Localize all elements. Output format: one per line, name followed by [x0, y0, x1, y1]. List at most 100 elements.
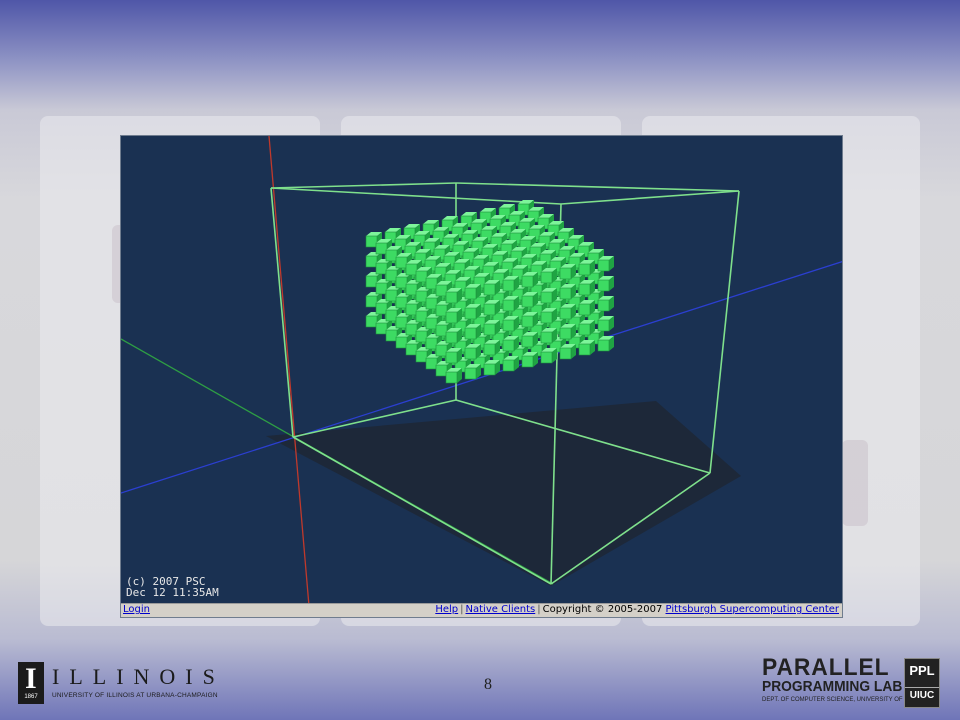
background-shape-right [842, 440, 868, 526]
cube-front [445, 351, 458, 364]
cube-front [483, 363, 496, 376]
3d-scene[interactable] [121, 136, 843, 606]
cube-front [365, 255, 378, 268]
ppl-badge-top: PPL [909, 663, 935, 678]
cube-front [445, 371, 458, 384]
cube-front [365, 235, 378, 248]
cube-front [405, 343, 418, 356]
cube-front [435, 304, 448, 317]
cube-front [445, 311, 458, 324]
cube-front [521, 275, 534, 288]
cube-front [502, 279, 515, 292]
cube-front [521, 335, 534, 348]
cube-front [385, 269, 398, 282]
cube-front [578, 303, 591, 316]
cube-front [597, 259, 610, 272]
ppl-badge-bottom: UIUC [905, 687, 939, 701]
copyright-text: Copyright © 2005-2007 [542, 604, 663, 615]
cube-front [425, 297, 438, 310]
cube-front [578, 283, 591, 296]
status-links: Help | Native Clients | Copyright © 2005-200… [435, 604, 839, 616]
cube-front [559, 287, 572, 300]
cube-front [464, 327, 477, 340]
cube-front [435, 344, 448, 357]
cube-front [365, 315, 378, 328]
cube-front [445, 331, 458, 344]
stamp-line-2: Dec 12 11:35AM [126, 586, 219, 599]
cube-front [395, 316, 408, 329]
separator: | [537, 604, 541, 615]
cube-front [425, 317, 438, 330]
cube-front [415, 270, 428, 283]
cube-front [435, 324, 448, 337]
cube-front [385, 329, 398, 342]
status-bar: Login Help | Native Clients | Copyright © 20… [121, 603, 842, 617]
cube-front [502, 299, 515, 312]
ppl-logo: PARALLEL PROGRAMMING LAB DEPT. OF COMPUT… [760, 656, 952, 712]
cube-front [483, 323, 496, 336]
cube-front [483, 283, 496, 296]
cube-front [502, 339, 515, 352]
psc-link[interactable]: Pittsburgh Supercomputing Center [666, 604, 839, 615]
cube-front [415, 310, 428, 323]
cube-front [578, 323, 591, 336]
cube-front [521, 315, 534, 328]
illinois-subtitle: UNIVERSITY OF ILLINOIS AT URBANA-CHAMPAI… [52, 692, 218, 699]
cube-front [578, 263, 591, 276]
cube-front [375, 262, 388, 275]
cube-front [425, 337, 438, 350]
cube-front [415, 330, 428, 343]
ppl-badge-icon: PPL UIUC [904, 658, 940, 708]
ppl-title: PARALLEL [762, 654, 890, 681]
cube-front [435, 364, 448, 377]
cube-front [502, 319, 515, 332]
cube-front [559, 267, 572, 280]
cube-front [405, 283, 418, 296]
illinois-logo: I 1867 ILLINOIS UNIVERSITY OF ILLINOIS A… [18, 658, 218, 708]
cube-front [405, 263, 418, 276]
login-link[interactable]: Login [123, 604, 150, 616]
cube-front [375, 242, 388, 255]
cube-front [395, 276, 408, 289]
cube-front [415, 290, 428, 303]
z-axis-red [268, 136, 310, 606]
cube-front [521, 355, 534, 368]
cube-front [540, 331, 553, 344]
cube-front [559, 347, 572, 360]
illinois-seal-icon: I 1867 [18, 662, 44, 704]
cube-front [395, 256, 408, 269]
cube-front [425, 357, 438, 370]
cube-front [502, 359, 515, 372]
cube-front [405, 323, 418, 336]
cube-front [445, 291, 458, 304]
cube-front [464, 367, 477, 380]
cube-front [540, 291, 553, 304]
help-link[interactable]: Help [435, 604, 458, 615]
cube-front [395, 336, 408, 349]
cube-front [597, 319, 610, 332]
ppl-subtitle: PROGRAMMING LAB [762, 678, 903, 695]
cube-front [375, 322, 388, 335]
cube-front [385, 249, 398, 262]
cube-front [365, 275, 378, 288]
visualization-viewer[interactable]: (c) 2007 PSC Dec 12 11:35AM Login Help | N… [120, 135, 843, 618]
cube-front [375, 282, 388, 295]
cube-front [540, 311, 553, 324]
ground-shadow [266, 401, 741, 586]
cube-front [483, 343, 496, 356]
page-number: 8 [484, 676, 492, 693]
illinois-year: 1867 [24, 694, 38, 700]
cube-front [578, 343, 591, 356]
cube-front [464, 307, 477, 320]
cube-front [540, 351, 553, 364]
cube-front [483, 303, 496, 316]
cube-front [385, 309, 398, 322]
cube-front [597, 339, 610, 352]
cube-front [464, 347, 477, 360]
cube-front [385, 289, 398, 302]
native-clients-link[interactable]: Native Clients [466, 604, 536, 615]
cube-front [597, 299, 610, 312]
cube-front [415, 350, 428, 363]
cube-front [425, 277, 438, 290]
cube-front [540, 271, 553, 284]
